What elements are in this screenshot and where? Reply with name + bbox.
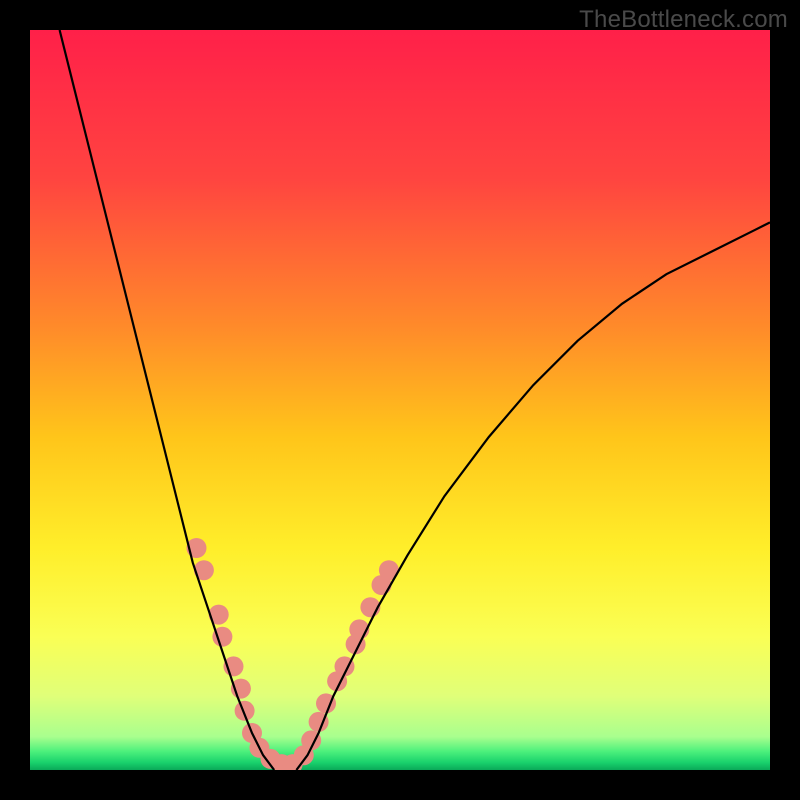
left-branch-curve	[60, 30, 275, 770]
right-branch-curve	[296, 222, 770, 770]
chart-frame: TheBottleneck.com	[0, 0, 800, 800]
curve-layer	[30, 30, 770, 770]
plot-area	[30, 30, 770, 770]
marker-dot	[235, 701, 255, 721]
watermark-text: TheBottleneck.com	[579, 6, 788, 34]
marker-dots	[187, 538, 399, 770]
